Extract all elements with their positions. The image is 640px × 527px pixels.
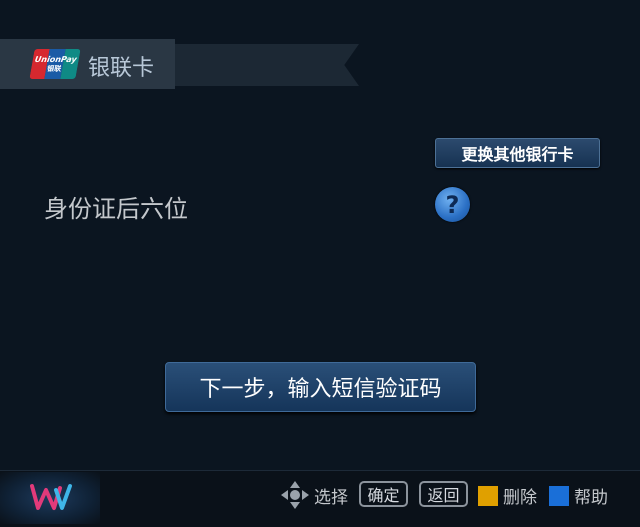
id-last-six-label: 身份证后六位	[44, 195, 188, 223]
logo-text-en: UnionPay	[34, 54, 78, 64]
header-tail	[175, 44, 359, 86]
help-question-icon[interactable]: ?	[435, 187, 470, 222]
hint-delete-label: 删除	[503, 488, 537, 508]
next-step-button[interactable]: 下一步，输入短信验证码	[165, 362, 476, 412]
hint-help-label: 帮助	[574, 488, 608, 508]
confirm-key-hint: 确定	[359, 481, 408, 507]
help-key-color-icon	[549, 486, 569, 506]
hint-select-label: 选择	[314, 488, 348, 508]
app-logo-icon	[0, 472, 100, 524]
dpad-icon	[281, 481, 309, 509]
card-type-title: 银联卡	[88, 56, 155, 81]
switch-card-button[interactable]: 更换其他银行卡	[435, 138, 600, 168]
back-key-hint: 返回	[419, 481, 468, 507]
delete-key-color-icon	[478, 486, 498, 506]
logo-text-cn: 银联	[46, 64, 62, 73]
unionpay-logo-icon: UnionPay 银联	[29, 49, 81, 79]
